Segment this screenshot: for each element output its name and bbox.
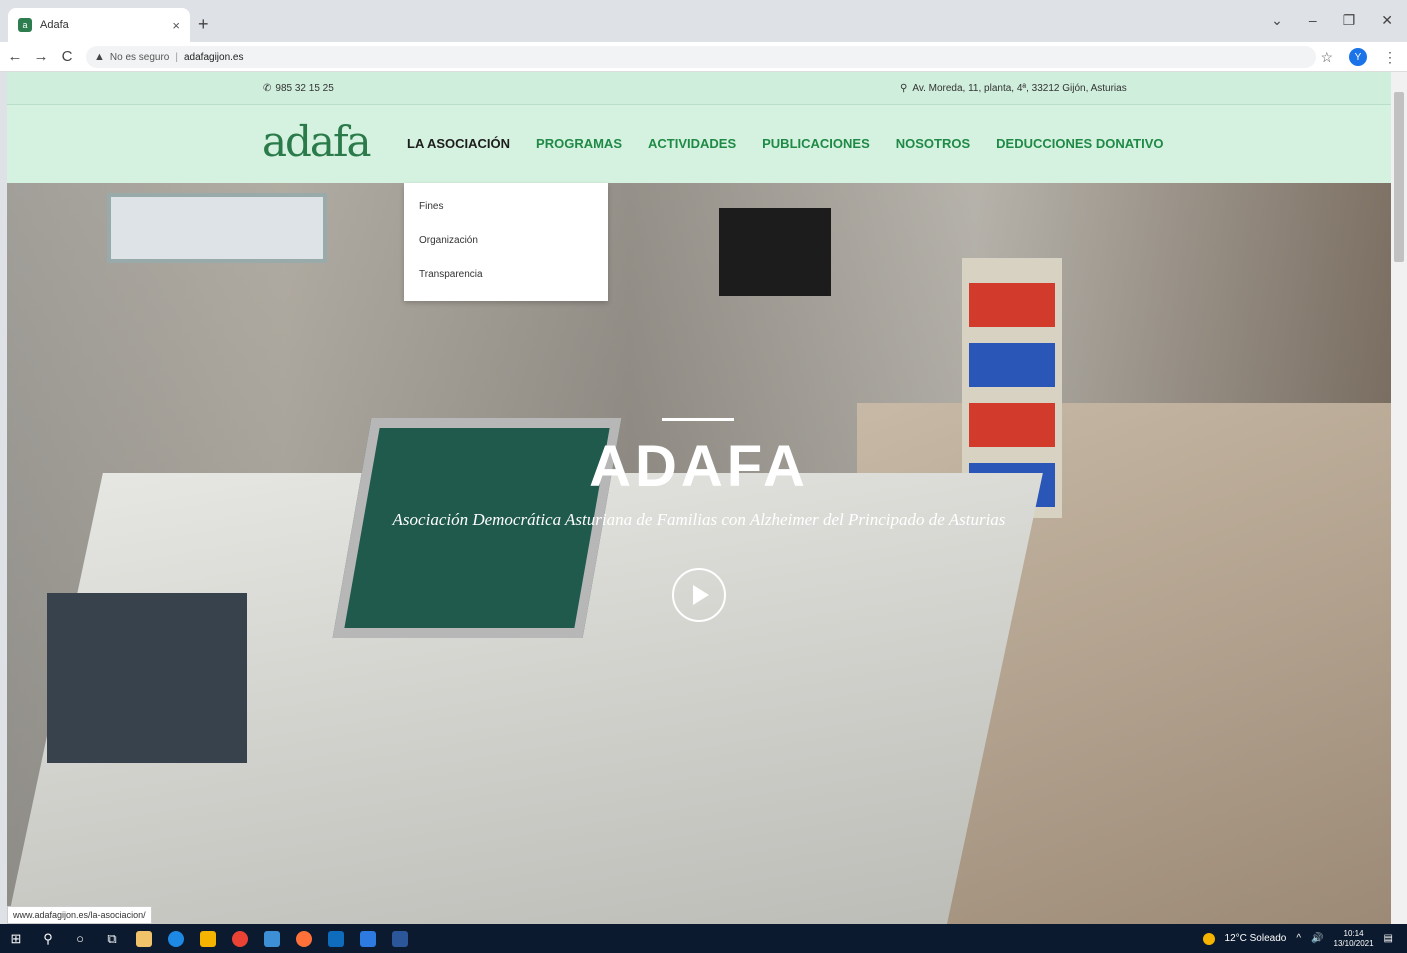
edge-app-icon[interactable] (168, 930, 184, 947)
hero-photo-blue-bin (969, 343, 1055, 387)
site-logo[interactable]: adafa (262, 117, 372, 173)
hero-title: ADAFA (589, 434, 809, 499)
warning-icon[interactable]: ▲ (94, 51, 105, 63)
phone-icon: ✆ (263, 83, 272, 94)
clock-date: 13/10/2021 (1333, 938, 1374, 948)
word-app-icon[interactable] (392, 930, 408, 947)
phone-info: ✆ 985 32 15 25 (263, 83, 334, 94)
hero-section: ADAFA Asociación Democrática Asturiana d… (7, 183, 1391, 924)
minimize-button[interactable]: – (1309, 12, 1317, 29)
play-icon (693, 585, 709, 605)
mail-app-icon[interactable] (360, 930, 376, 947)
hero-photo-window (107, 193, 327, 263)
page-scrollbar[interactable] (1391, 72, 1407, 924)
nav-nosotros[interactable]: NOSOTROS (896, 136, 970, 151)
tab-close-icon[interactable]: × (172, 18, 180, 33)
system-tray: 12°C Soleado ^ 🔊 10:14 13/10/2021 ▤ (1202, 924, 1393, 953)
chrome-app-icon[interactable] (232, 930, 248, 947)
tab-strip: a Adafa × + ⌄ – ❐ ✕ (0, 0, 1407, 42)
store-app-icon[interactable] (136, 930, 152, 947)
main-navigation: LA ASOCIACIÓN PROGRAMAS ACTIVIDADES PUBL… (407, 136, 1163, 151)
tab-title: Adafa (40, 19, 69, 31)
address-bar[interactable]: ▲ No es seguro | adafagijon.es (86, 46, 1316, 68)
tray-chevron-icon[interactable]: ^ (1296, 933, 1301, 944)
link-status-url: www.adafagijon.es/la-asociacion/ (7, 906, 152, 924)
tab-adafa[interactable]: a Adafa × (8, 8, 190, 42)
hero-divider (662, 418, 734, 421)
asociacion-dropdown: Fines Organización Transparencia (404, 183, 608, 301)
windows-start-icon[interactable]: ⊞ (0, 931, 32, 947)
new-tab-button[interactable]: + (198, 14, 209, 35)
firefox-app-icon[interactable] (296, 930, 312, 947)
nav-deducciones-donativo[interactable]: DEDUCCIONES DONATIVO (996, 136, 1163, 151)
toolbar-actions: ☆ Y ⋮ (1320, 48, 1397, 66)
address-text: Av. Moreda, 11, planta, 4ª, 33212 Gijón,… (912, 83, 1127, 94)
back-button[interactable]: ← (4, 48, 26, 65)
dropdown-item-organizacion[interactable]: Organización (404, 235, 608, 269)
weather-sun-icon (1202, 932, 1215, 945)
dropdown-item-transparencia[interactable]: Transparencia (404, 269, 608, 303)
task-view-icon[interactable]: ⧉ (96, 931, 128, 947)
file-explorer-icon[interactable] (200, 930, 216, 947)
nav-publicaciones[interactable]: PUBLICACIONES (762, 136, 870, 151)
url-text[interactable]: adafagijon.es (184, 52, 244, 63)
windows-taskbar: ⊞ ⚲ ○ ⧉ 12°C Soleado ^ 🔊 10:14 13/10/202… (0, 924, 1407, 953)
restore-button[interactable]: ❐ (1343, 12, 1356, 29)
security-label: No es seguro (109, 51, 170, 63)
tab-search-icon[interactable]: ⌄ (1271, 12, 1283, 29)
hero-subtitle: Asociación Democrática Asturiana de Fami… (392, 510, 1006, 529)
close-window-button[interactable]: ✕ (1381, 12, 1393, 29)
window-controls: ⌄ – ❐ ✕ (1271, 12, 1393, 29)
notifications-icon[interactable]: ▤ (1384, 933, 1393, 944)
volume-icon[interactable]: 🔊 (1311, 933, 1323, 944)
profile-avatar[interactable]: Y (1349, 48, 1367, 66)
scrollbar-thumb[interactable] (1394, 92, 1404, 262)
nav-programas[interactable]: PROGRAMAS (536, 136, 622, 151)
cortana-icon[interactable]: ○ (64, 931, 96, 946)
contact-bar: ✆ 985 32 15 25 ⚲ Av. Moreda, 11, planta,… (7, 72, 1391, 105)
internet-explorer-icon[interactable] (264, 930, 280, 947)
reload-button[interactable]: C (56, 48, 78, 65)
play-video-button[interactable] (672, 568, 726, 622)
page-viewport: ✆ 985 32 15 25 ⚲ Av. Moreda, 11, planta,… (7, 72, 1391, 924)
hero-photo-red-bin (969, 283, 1055, 327)
weather-text[interactable]: 12°C Soleado (1225, 933, 1287, 944)
bookmark-star-icon[interactable]: ☆ (1320, 49, 1333, 66)
nav-actividades[interactable]: ACTIVIDADES (648, 136, 736, 151)
phone-number[interactable]: 985 32 15 25 (275, 83, 333, 94)
browser-menu-icon[interactable]: ⋮ (1383, 49, 1397, 66)
forward-button[interactable]: → (30, 48, 52, 65)
site-favicon-icon: a (18, 18, 32, 32)
location-pin-icon: ⚲ (900, 83, 908, 94)
outlook-app-icon[interactable] (328, 930, 344, 947)
dropdown-item-fines[interactable]: Fines (404, 201, 608, 235)
nav-la-asociacion[interactable]: LA ASOCIACIÓN (407, 136, 510, 151)
address-info: ⚲ Av. Moreda, 11, planta, 4ª, 33212 Gijó… (900, 83, 1127, 94)
search-icon[interactable]: ⚲ (32, 931, 64, 947)
browser-toolbar: ← → C ▲ No es seguro | adafagijon.es ☆ Y… (0, 42, 1407, 72)
clock-time: 10:14 (1343, 928, 1364, 938)
browser-window: a Adafa × + ⌄ – ❐ ✕ ← → C ▲ No es seguro… (0, 0, 1407, 953)
hero-photo-monitor (719, 208, 831, 296)
omnibox-separator: | (175, 51, 178, 63)
site-header: adafa LA ASOCIACIÓN PROGRAMAS ACTIVIDADE… (7, 105, 1391, 183)
taskbar-clock[interactable]: 10:14 13/10/2021 (1334, 929, 1374, 949)
hero-photo-vr-box (47, 593, 247, 763)
